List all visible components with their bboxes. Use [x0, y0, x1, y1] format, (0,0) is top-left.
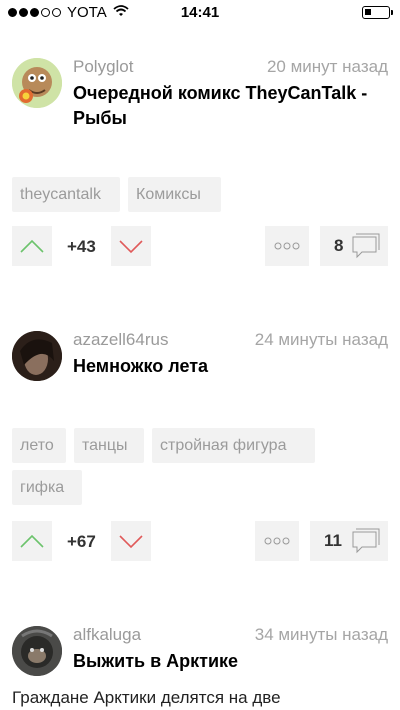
downvote-arrow-icon: [119, 240, 143, 254]
post-title[interactable]: Очередной комикс TheyCanTalk - Рыбы: [73, 81, 393, 131]
tag[interactable]: гифка: [12, 470, 82, 505]
tag[interactable]: Комиксы: [128, 177, 221, 212]
post-preview-text[interactable]: Граждане Арктики делятся на две: [12, 688, 281, 708]
comment-bubble-icon: [352, 233, 380, 259]
downvote-button[interactable]: [111, 226, 151, 266]
downvote-button[interactable]: [111, 521, 151, 561]
tag[interactable]: стройная фигура: [152, 428, 315, 463]
post-card[interactable]: azazell64rus 24 минуты назад Немножко ле…: [0, 330, 400, 570]
post-rating: +67: [67, 532, 96, 551]
status-time: 14:41: [180, 4, 220, 21]
more-button[interactable]: [255, 521, 299, 561]
post-card[interactable]: alfkaluga 34 минуты назад Выжить в Аркти…: [0, 625, 400, 685]
post-author[interactable]: alfkaluga: [73, 625, 141, 645]
more-button[interactable]: [265, 226, 309, 266]
tag[interactable]: танцы: [74, 428, 144, 463]
upvote-button[interactable]: [12, 226, 52, 266]
post-time: 20 минут назад: [266, 57, 388, 76]
comments-button[interactable]: 8: [320, 226, 388, 266]
avatar[interactable]: [12, 331, 62, 381]
tag[interactable]: theycantalk: [12, 177, 120, 212]
comment-bubble-icon: [352, 528, 380, 554]
avatar[interactable]: [12, 626, 62, 676]
status-bar: YOTA 14:41: [0, 0, 400, 26]
post-title[interactable]: Немножко лета: [73, 354, 393, 379]
upvote-arrow-icon: [20, 534, 44, 548]
post-time: 24 минуты назад: [254, 330, 388, 349]
post-card[interactable]: Polyglot 20 минут назад Очередной комикс…: [0, 57, 400, 277]
post-author[interactable]: azazell64rus: [73, 330, 168, 350]
upvote-arrow-icon: [20, 239, 44, 253]
more-dots-icon: [274, 242, 300, 250]
battery-icon: [362, 6, 393, 19]
comments-count: 11: [324, 531, 342, 550]
post-title[interactable]: Выжить в Арктике: [73, 649, 393, 674]
more-dots-icon: [264, 537, 290, 545]
comments-count: 8: [334, 236, 344, 255]
downvote-arrow-icon: [119, 535, 143, 549]
comments-button[interactable]: 11: [310, 521, 388, 561]
post-time: 34 минуты назад: [254, 625, 388, 644]
avatar[interactable]: [12, 58, 62, 108]
post-author[interactable]: Polyglot: [73, 57, 133, 77]
post-rating: +43: [67, 237, 96, 256]
tag[interactable]: лето: [12, 428, 66, 463]
upvote-button[interactable]: [12, 521, 52, 561]
